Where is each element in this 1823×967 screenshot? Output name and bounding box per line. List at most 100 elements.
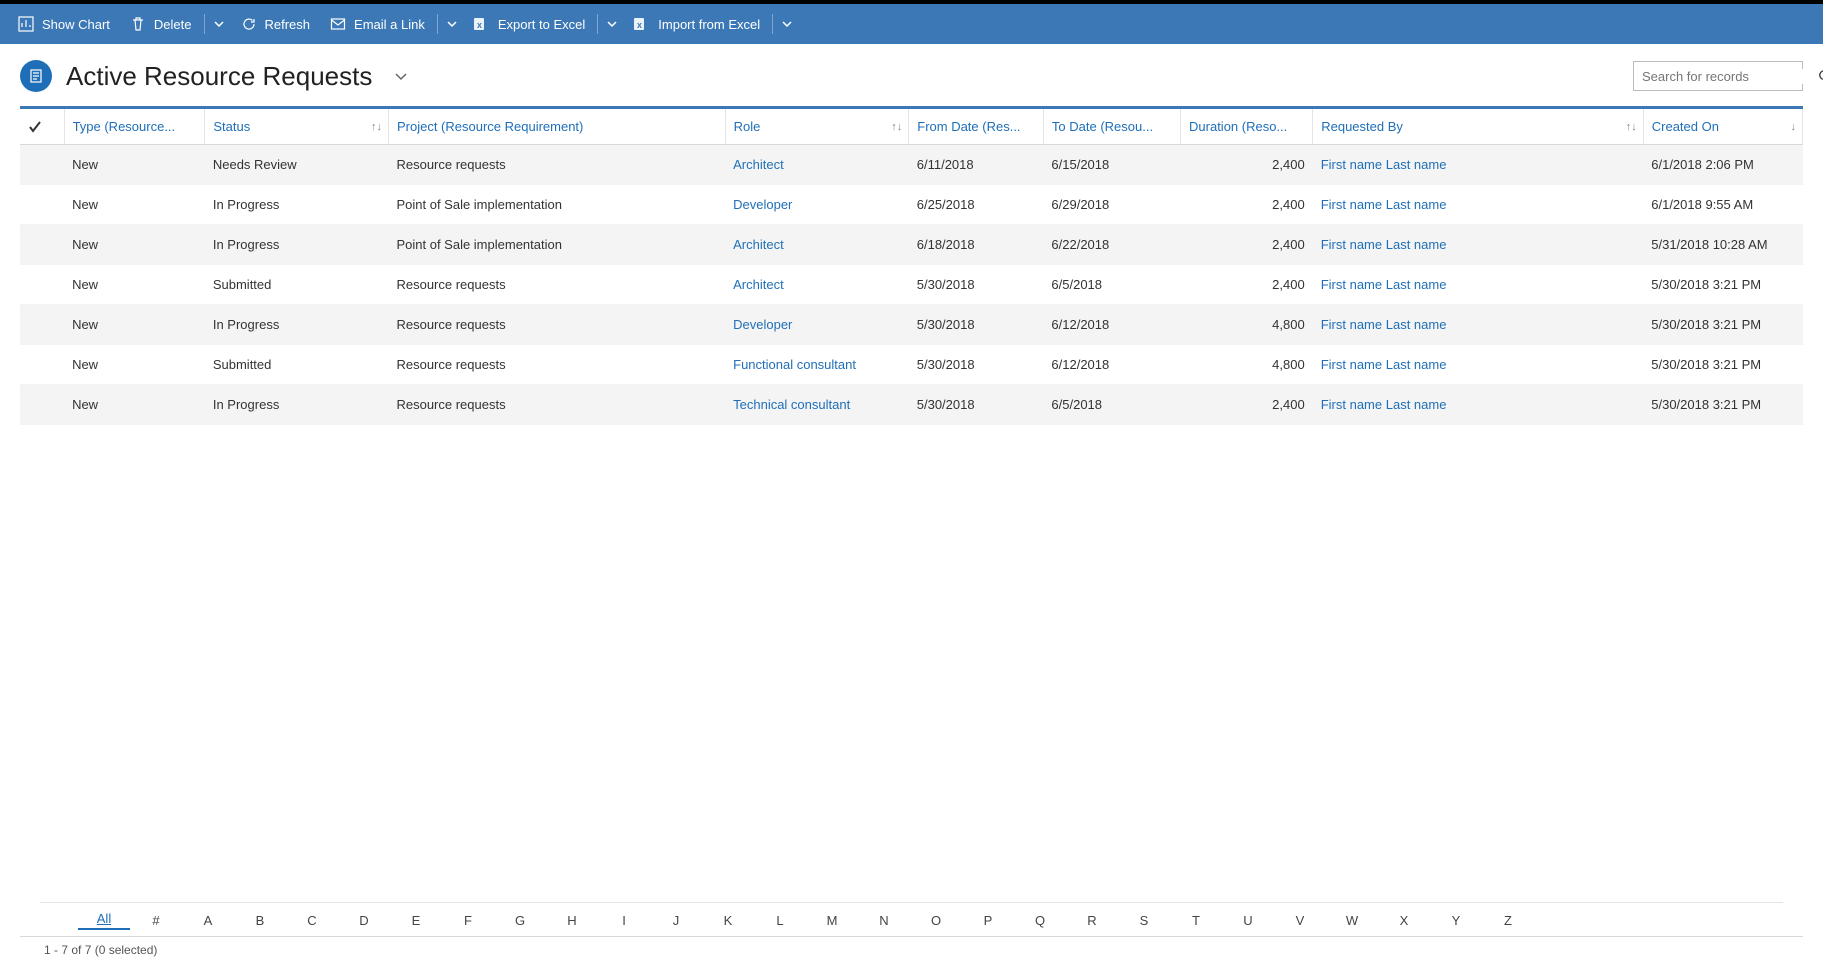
col-header-status[interactable]: Status↑↓ xyxy=(205,109,389,145)
row-checkbox-cell[interactable] xyxy=(20,305,64,345)
export-excel-dropdown[interactable] xyxy=(600,4,624,44)
email-link-dropdown[interactable] xyxy=(440,4,464,44)
alpha-filter-item[interactable]: O xyxy=(910,913,962,928)
alpha-filter-item[interactable]: A xyxy=(182,913,234,928)
alpha-filter-item[interactable]: R xyxy=(1066,913,1118,928)
col-header-role[interactable]: Role↑↓ xyxy=(725,109,909,145)
delete-dropdown[interactable] xyxy=(207,4,231,44)
cell-to-date: 6/15/2018 xyxy=(1043,145,1180,185)
excel-export-icon: x xyxy=(474,16,490,32)
col-header-type[interactable]: Type (Resource... xyxy=(64,109,205,145)
alpha-filter-item[interactable]: W xyxy=(1326,913,1378,928)
sort-icon: ↑↓ xyxy=(891,121,902,133)
alpha-filter-item[interactable]: J xyxy=(650,913,702,928)
alpha-filter-item[interactable]: S xyxy=(1118,913,1170,928)
cell-to-date: 6/5/2018 xyxy=(1043,385,1180,425)
table-row[interactable]: NewIn ProgressPoint of Sale implementati… xyxy=(20,185,1803,225)
alpha-filter-item[interactable]: C xyxy=(286,913,338,928)
select-all-checkbox[interactable] xyxy=(20,109,64,145)
cell-requested-by-link[interactable]: First name Last name xyxy=(1313,345,1644,385)
alpha-filter-item[interactable]: N xyxy=(858,913,910,928)
alpha-filter-item[interactable]: I xyxy=(598,913,650,928)
cell-requested-by-link[interactable]: First name Last name xyxy=(1313,305,1644,345)
alpha-filter-item[interactable]: E xyxy=(390,913,442,928)
email-link-label: Email a Link xyxy=(354,17,425,32)
table-row[interactable]: NewIn ProgressResource requestsDeveloper… xyxy=(20,305,1803,345)
search-box[interactable] xyxy=(1633,61,1803,91)
alpha-filter-item[interactable]: Z xyxy=(1482,913,1534,928)
sort-icon: ↑↓ xyxy=(1626,121,1637,133)
cell-from-date: 6/18/2018 xyxy=(909,225,1044,265)
row-checkbox-cell[interactable] xyxy=(20,185,64,225)
row-checkbox-cell[interactable] xyxy=(20,145,64,185)
email-link-button[interactable]: Email a Link xyxy=(320,4,435,44)
table-row[interactable]: NewSubmittedResource requestsFunctional … xyxy=(20,345,1803,385)
cell-role-link[interactable]: Functional consultant xyxy=(725,345,909,385)
alpha-filter-item[interactable]: B xyxy=(234,913,286,928)
search-input[interactable] xyxy=(1642,69,1818,84)
cell-from-date: 5/30/2018 xyxy=(909,305,1044,345)
alpha-filter-item[interactable]: K xyxy=(702,913,754,928)
cell-type: New xyxy=(64,345,205,385)
alpha-filter-item[interactable]: P xyxy=(962,913,1014,928)
cell-requested-by-link[interactable]: First name Last name xyxy=(1313,225,1644,265)
alpha-filter-item[interactable]: U xyxy=(1222,913,1274,928)
table-row[interactable]: NewSubmittedResource requestsArchitect5/… xyxy=(20,265,1803,305)
cell-role-link[interactable]: Developer xyxy=(725,185,909,225)
cell-project: Resource requests xyxy=(388,345,725,385)
alpha-filter-item[interactable]: X xyxy=(1378,913,1430,928)
row-checkbox-cell[interactable] xyxy=(20,265,64,305)
cell-role-link[interactable]: Architect xyxy=(725,225,909,265)
title-group: Active Resource Requests xyxy=(20,60,408,92)
search-icon[interactable] xyxy=(1818,69,1823,83)
alpha-filter-item[interactable]: Q xyxy=(1014,913,1066,928)
alpha-filter-item[interactable]: All xyxy=(78,911,130,930)
col-header-to-date[interactable]: To Date (Resou... xyxy=(1043,109,1180,145)
alpha-filter-item[interactable]: G xyxy=(494,913,546,928)
cell-requested-by-link[interactable]: First name Last name xyxy=(1313,265,1644,305)
alphabet-filter: All#ABCDEFGHIJKLMNOPQRSTUVWXYZ xyxy=(40,902,1783,936)
view-selector-chevron[interactable] xyxy=(394,69,408,83)
export-excel-button[interactable]: x Export to Excel xyxy=(464,4,595,44)
trash-icon xyxy=(130,16,146,32)
alpha-filter-item[interactable]: L xyxy=(754,913,806,928)
cell-created-on: 5/30/2018 3:21 PM xyxy=(1643,385,1802,425)
table-row[interactable]: NewNeeds ReviewResource requestsArchitec… xyxy=(20,145,1803,185)
alpha-filter-item[interactable]: F xyxy=(442,913,494,928)
cell-from-date: 6/11/2018 xyxy=(909,145,1044,185)
row-checkbox-cell[interactable] xyxy=(20,385,64,425)
row-checkbox-cell[interactable] xyxy=(20,225,64,265)
import-excel-button[interactable]: x Import from Excel xyxy=(624,4,770,44)
col-header-requested-by[interactable]: Requested By↑↓ xyxy=(1313,109,1644,145)
cell-role-link[interactable]: Developer xyxy=(725,305,909,345)
refresh-button[interactable]: Refresh xyxy=(231,4,321,44)
table-row[interactable]: NewIn ProgressResource requestsTechnical… xyxy=(20,385,1803,425)
col-header-from-date[interactable]: From Date (Res... xyxy=(909,109,1044,145)
alpha-filter-item[interactable]: M xyxy=(806,913,858,928)
cell-requested-by-link[interactable]: First name Last name xyxy=(1313,185,1644,225)
show-chart-label: Show Chart xyxy=(42,17,110,32)
col-header-duration[interactable]: Duration (Reso... xyxy=(1181,109,1313,145)
cell-status: In Progress xyxy=(205,305,389,345)
record-count-text: 1 - 7 of 7 (0 selected) xyxy=(44,943,157,957)
show-chart-button[interactable]: Show Chart xyxy=(8,4,120,44)
alpha-filter-item[interactable]: # xyxy=(130,913,182,928)
cell-role-link[interactable]: Architect xyxy=(725,265,909,305)
cell-requested-by-link[interactable]: First name Last name xyxy=(1313,145,1644,185)
cell-role-link[interactable]: Architect xyxy=(725,145,909,185)
table-row[interactable]: NewIn ProgressPoint of Sale implementati… xyxy=(20,225,1803,265)
alpha-filter-item[interactable]: D xyxy=(338,913,390,928)
row-checkbox-cell[interactable] xyxy=(20,345,64,385)
cell-requested-by-link[interactable]: First name Last name xyxy=(1313,385,1644,425)
cell-status: In Progress xyxy=(205,225,389,265)
alpha-filter-item[interactable]: Y xyxy=(1430,913,1482,928)
import-excel-dropdown[interactable] xyxy=(775,4,799,44)
alpha-filter-item[interactable]: T xyxy=(1170,913,1222,928)
cell-role-link[interactable]: Technical consultant xyxy=(725,385,909,425)
delete-button[interactable]: Delete xyxy=(120,4,202,44)
alpha-filter-item[interactable]: H xyxy=(546,913,598,928)
col-header-project[interactable]: Project (Resource Requirement) xyxy=(388,109,725,145)
col-header-created-on[interactable]: Created On↓ xyxy=(1643,109,1802,145)
alpha-filter-item[interactable]: V xyxy=(1274,913,1326,928)
cell-status: Submitted xyxy=(205,345,389,385)
